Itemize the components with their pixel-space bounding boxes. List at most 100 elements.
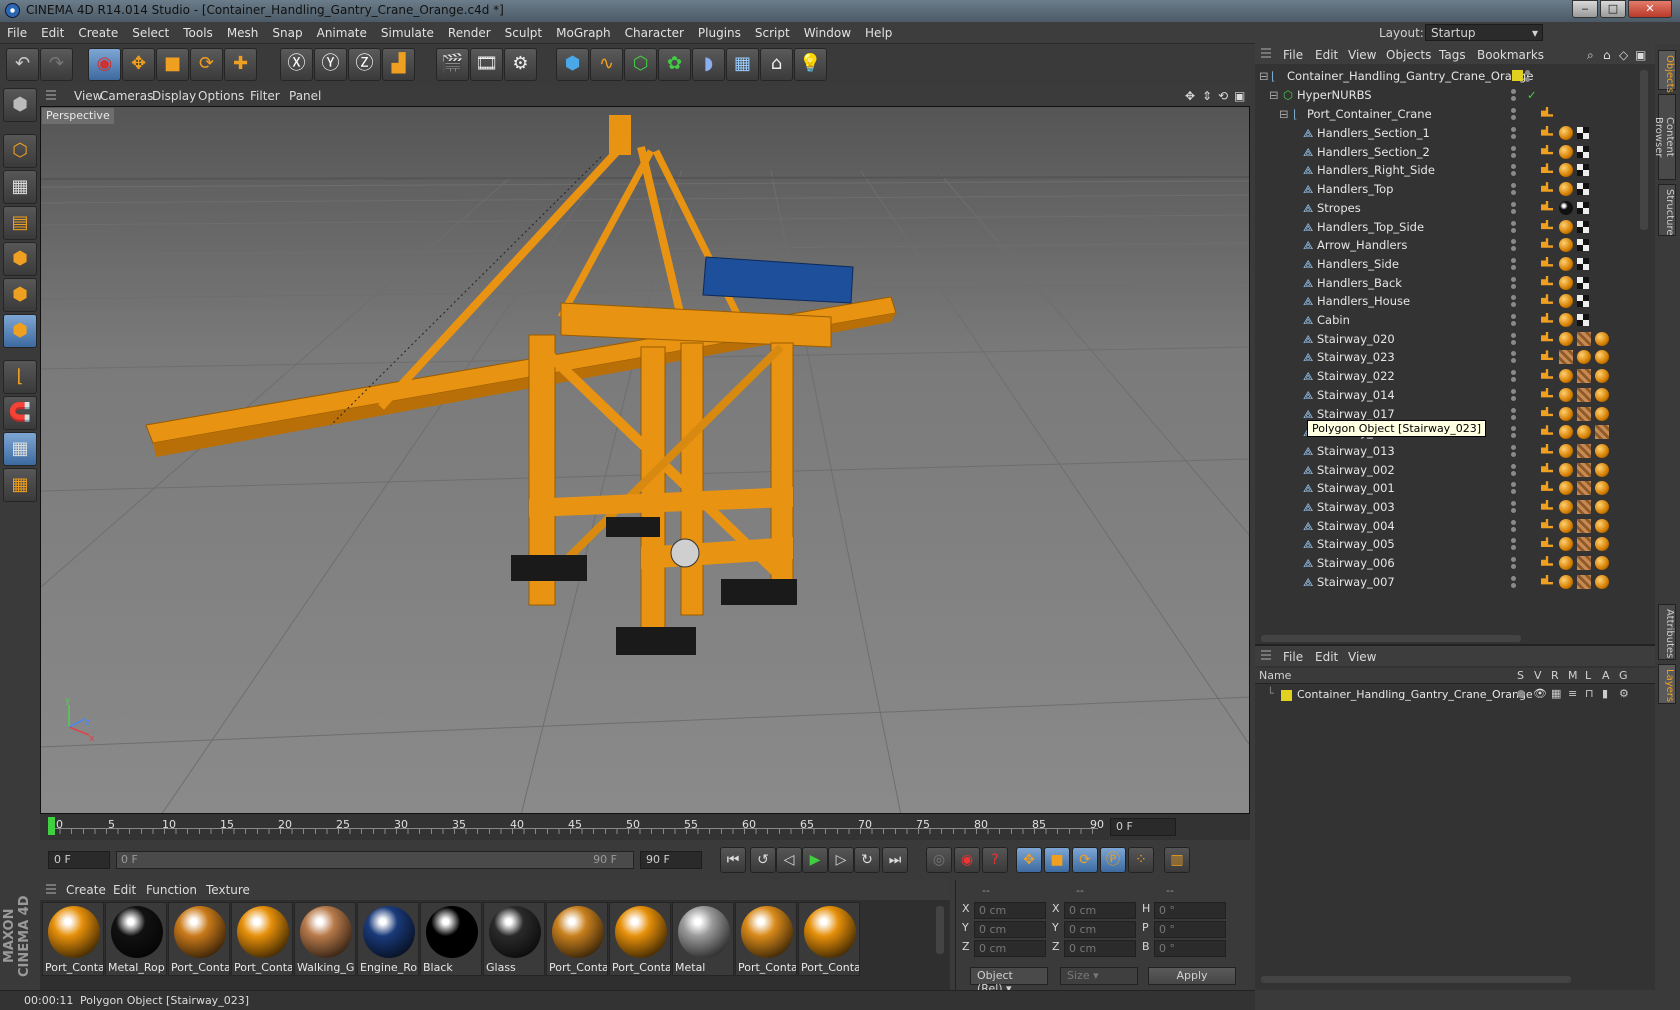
render-visibility-dot[interactable] bbox=[1511, 526, 1516, 532]
object-menu-file[interactable]: File bbox=[1283, 48, 1303, 62]
menu-window[interactable]: Window bbox=[797, 22, 858, 40]
render-visibility-dot[interactable] bbox=[1511, 227, 1516, 233]
phong-tag-icon[interactable] bbox=[1541, 425, 1553, 435]
tab-layers[interactable]: Layers bbox=[1658, 664, 1676, 704]
phong-tag-icon[interactable] bbox=[1541, 462, 1553, 473]
material-swatch[interactable]: Port_Conta bbox=[798, 902, 860, 976]
material-swatch[interactable]: Black bbox=[420, 902, 482, 976]
editor-visibility-dot[interactable] bbox=[1511, 444, 1516, 450]
home-icon[interactable]: ⌂ bbox=[1603, 48, 1611, 62]
material-swatch[interactable]: Port_Conta bbox=[168, 902, 230, 976]
tree-row[interactable]: ⟁ Cabin bbox=[1255, 310, 1640, 330]
z-axis-lock-icon[interactable]: Ⓩ bbox=[348, 48, 381, 81]
size-mode-dropdown[interactable]: Size ▾ bbox=[1060, 967, 1138, 985]
nurbs-icon[interactable]: ⬡ bbox=[624, 48, 657, 81]
render-icon[interactable]: ▦ bbox=[1551, 687, 1561, 700]
material-tag-icon[interactable] bbox=[1595, 500, 1609, 514]
material-tag-icon[interactable] bbox=[1559, 144, 1573, 159]
phong-tag-icon[interactable] bbox=[1541, 219, 1553, 230]
material-swatch[interactable]: Port_Conta bbox=[231, 902, 293, 976]
editor-visibility-dot[interactable] bbox=[1511, 370, 1516, 376]
phong-tag-icon[interactable] bbox=[1541, 369, 1553, 379]
texture-tag-icon[interactable] bbox=[1577, 443, 1591, 458]
editor-visibility-dot[interactable] bbox=[1511, 164, 1516, 170]
uvw-tag-icon[interactable] bbox=[1577, 201, 1589, 214]
render-visibility-dot[interactable] bbox=[1511, 152, 1516, 158]
phong-tag-icon[interactable] bbox=[1541, 443, 1553, 454]
editor-visibility-dot[interactable] bbox=[1511, 145, 1516, 151]
texture-tag-icon[interactable] bbox=[1595, 425, 1609, 440]
menu-select[interactable]: Select bbox=[125, 22, 176, 40]
material-tag-icon[interactable] bbox=[1595, 387, 1609, 402]
tree-row[interactable]: ⟁ Handlers_Section_1 bbox=[1255, 123, 1640, 143]
material-tag-icon[interactable] bbox=[1595, 369, 1609, 384]
redo-icon[interactable]: ↷ bbox=[40, 48, 73, 81]
workplane-icon[interactable]: ▤ bbox=[3, 206, 37, 240]
material-tag-icon[interactable] bbox=[1559, 500, 1573, 514]
playhead[interactable] bbox=[48, 817, 55, 835]
texture-tag-icon[interactable] bbox=[1577, 406, 1591, 421]
phong-tag-icon[interactable] bbox=[1541, 331, 1553, 342]
menu-edit[interactable]: Edit bbox=[34, 22, 71, 40]
viewport-menu-panel[interactable]: Panel bbox=[289, 89, 321, 103]
material-tag-icon[interactable] bbox=[1559, 556, 1573, 571]
render-visibility-dot[interactable] bbox=[1511, 414, 1516, 420]
go-to-start-icon[interactable]: ⏮ bbox=[720, 847, 746, 873]
render-visibility-dot[interactable] bbox=[1511, 115, 1516, 120]
previous-key-icon[interactable]: ↺ bbox=[750, 847, 776, 873]
render-visibility-dot[interactable] bbox=[1511, 470, 1516, 476]
search-icon[interactable]: ⌕ bbox=[1587, 48, 1594, 63]
menu-snap[interactable]: Snap bbox=[265, 22, 309, 40]
editor-visibility-dot[interactable] bbox=[1511, 388, 1516, 394]
position-field[interactable]: 0 cm bbox=[974, 902, 1046, 919]
phong-tag-icon[interactable] bbox=[1541, 144, 1553, 155]
phong-tag-icon[interactable] bbox=[1541, 275, 1553, 286]
material-tag-icon[interactable] bbox=[1559, 574, 1573, 589]
camera-icon[interactable]: ⌂ bbox=[760, 48, 793, 81]
tree-row[interactable]: ⟁ Stairway_023 bbox=[1255, 347, 1640, 367]
collapse-icon[interactable]: ⊟ bbox=[1269, 88, 1279, 102]
layer-hscrollbar[interactable] bbox=[1261, 976, 1571, 983]
phong-tag-icon[interactable] bbox=[1541, 350, 1553, 360]
tree-row[interactable]: ⟁ Stairway_007 bbox=[1255, 572, 1640, 592]
texture-tag-icon[interactable] bbox=[1577, 574, 1591, 589]
tree-row[interactable]: ⟁ Stairway_020 bbox=[1255, 329, 1640, 349]
tree-row-hypernurbs[interactable]: ⊟ ⬡ HyperNURBS ✓ bbox=[1255, 85, 1640, 105]
tab-structure[interactable]: Structure bbox=[1658, 184, 1676, 236]
live-selection-icon[interactable]: ◉ bbox=[88, 48, 121, 81]
render-visibility-dot[interactable] bbox=[1511, 508, 1516, 513]
zoom-view-icon[interactable]: ⇕ bbox=[1202, 89, 1212, 103]
menu-create[interactable]: Create bbox=[71, 22, 125, 40]
collapse-icon[interactable]: ⊟ bbox=[1259, 69, 1269, 83]
material-tag-icon[interactable] bbox=[1559, 406, 1573, 421]
tree-row[interactable]: ⟁ Handlers_Side bbox=[1255, 254, 1640, 274]
drag-handle-icon[interactable] bbox=[1261, 48, 1271, 60]
phong-tag-icon[interactable] bbox=[1541, 107, 1553, 117]
tree-row[interactable]: ⟁ Stairway_014 bbox=[1255, 385, 1640, 405]
tab-attributes[interactable]: Attributes bbox=[1658, 604, 1676, 660]
material-tag-icon[interactable] bbox=[1559, 219, 1573, 234]
material-scrollbar[interactable] bbox=[936, 906, 944, 954]
tree-row[interactable]: ⟁ Stairway_004 bbox=[1255, 516, 1640, 536]
render-visibility-dot[interactable] bbox=[1511, 545, 1516, 551]
material-tag-icon[interactable] bbox=[1559, 238, 1573, 253]
material-tag-icon[interactable] bbox=[1559, 462, 1573, 477]
tree-row-root[interactable]: ⊟ ⌊ Container_Handling_Gantry_Crane_Oran… bbox=[1255, 66, 1640, 86]
material-tag-icon[interactable] bbox=[1595, 518, 1609, 533]
object-menu-bookmarks[interactable]: Bookmarks bbox=[1477, 48, 1544, 62]
phong-tag-icon[interactable] bbox=[1541, 256, 1553, 267]
render-visibility-dot[interactable] bbox=[1511, 190, 1516, 196]
collapse-icon[interactable]: ⊟ bbox=[1279, 107, 1289, 121]
array-icon[interactable]: ✿ bbox=[658, 48, 691, 81]
material-tag-icon[interactable] bbox=[1559, 163, 1573, 178]
menu-mograph[interactable]: MoGraph bbox=[549, 22, 618, 40]
texture-mode-icon[interactable]: ▦ bbox=[3, 170, 37, 204]
phong-tag-icon[interactable] bbox=[1541, 126, 1553, 136]
tree-row-group[interactable]: ⊟ ⌊ Port_Container_Crane bbox=[1255, 104, 1640, 124]
minimize-button[interactable]: ‒ bbox=[1572, 0, 1598, 18]
material-swatch[interactable]: Port_Conta bbox=[609, 902, 671, 976]
tree-row[interactable]: ⟁ Handlers_House bbox=[1255, 291, 1640, 311]
position-field[interactable]: 0 cm bbox=[974, 921, 1046, 938]
close-button[interactable]: ✕ bbox=[1628, 0, 1672, 18]
key-position-icon[interactable]: ✥ bbox=[1016, 847, 1042, 873]
